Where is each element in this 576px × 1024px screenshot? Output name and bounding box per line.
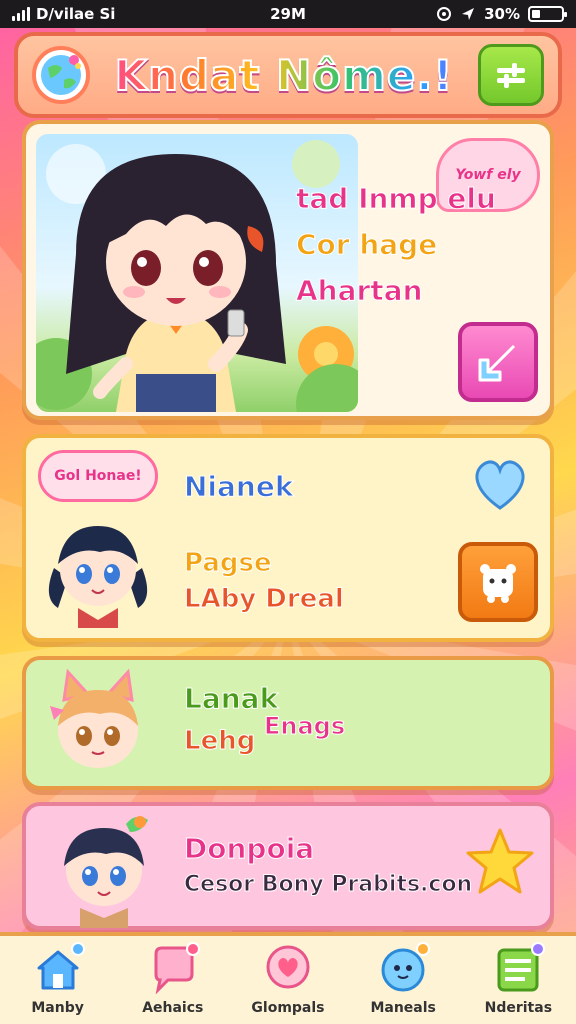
nav-label: Aehaics — [142, 1000, 204, 1016]
hero-line-3: Ahartan — [296, 274, 424, 308]
pet-button[interactable] — [458, 542, 538, 622]
card-title: Lanak — [183, 682, 279, 716]
nav-label: Glompals — [251, 1000, 325, 1016]
hero-line-1: tad Inmp elu — [296, 182, 497, 216]
feature-card-3[interactable]: Donpoia Cesor Bony Prabits.con — [22, 802, 554, 930]
hero-line-2: Cor hage — [296, 228, 438, 262]
card-line-1: Pagse — [184, 548, 273, 579]
nav-item-list[interactable]: Nderitas — [464, 942, 572, 1016]
hero-card[interactable]: Yowf ely tad Inmp elu Cor hage Ahartan — [22, 120, 554, 420]
battery-fill — [532, 10, 541, 18]
location-icon — [462, 8, 475, 20]
nav-label: Manby — [31, 1000, 84, 1016]
pet-icon — [480, 564, 516, 603]
hero-text-block: tad Inmp elu Cor hage Ahartan — [296, 176, 556, 314]
alarm-icon — [437, 7, 452, 21]
app-title: Kndat Nôme.! — [90, 50, 478, 101]
card-title: Nianek — [183, 470, 294, 504]
nav-item-favorites[interactable]: Glompals — [234, 944, 342, 1016]
nav-item-chat[interactable]: Aehaics — [119, 942, 227, 1016]
list-icon — [493, 942, 546, 994]
clock: 29M — [270, 5, 306, 23]
card-line-2: LAby Dreal — [184, 584, 345, 615]
nav-item-home[interactable]: Manby — [4, 942, 112, 1016]
battery-text: 30% — [484, 5, 520, 23]
avatar-dark-hair — [44, 808, 164, 928]
app-header: Kndat Nôme.! — [14, 32, 562, 118]
card-line-1: Cesor Bony Prabits.con — [183, 872, 473, 898]
sliders-icon — [497, 63, 525, 88]
card-line-1: Lehg — [183, 726, 256, 757]
card-title: Donpoia — [183, 832, 315, 866]
chat-icon — [148, 942, 200, 995]
promo-badge: Gol Honae! — [38, 450, 158, 502]
home-icon — [33, 942, 85, 994]
star-icon[interactable] — [464, 826, 536, 898]
avatar-blue-hair — [38, 508, 158, 628]
card-line-2: Enags — [263, 712, 346, 741]
nav-item-social[interactable]: Maneals — [349, 942, 457, 1016]
nav-label: Maneals — [370, 1000, 436, 1016]
feature-card-1[interactable]: Gol Honae! Nianek Pagse LAby Dreal — [22, 434, 554, 642]
avatar-cat-ears — [38, 666, 158, 786]
nav-label: Nderitas — [484, 1000, 553, 1016]
feature-card-2[interactable]: Lanak Lehg Enags — [22, 656, 554, 790]
battery-icon — [528, 6, 567, 22]
globe-icon[interactable] — [32, 46, 90, 104]
cute-face-icon — [378, 942, 431, 994]
carrier-text: D/vilae Si — [36, 5, 116, 23]
menu-button[interactable] — [478, 44, 544, 106]
hero-action-button[interactable] — [458, 322, 538, 402]
heart-icon[interactable] — [470, 456, 530, 512]
arrow-icon — [478, 344, 516, 382]
signal-icon — [12, 7, 30, 21]
heart-bubble-icon — [263, 944, 313, 994]
status-bar: D/vilae Si 29M 30% — [0, 0, 576, 28]
bottom-nav: Manby Aehaics Glompals Maneals Nderitas — [0, 932, 576, 1024]
